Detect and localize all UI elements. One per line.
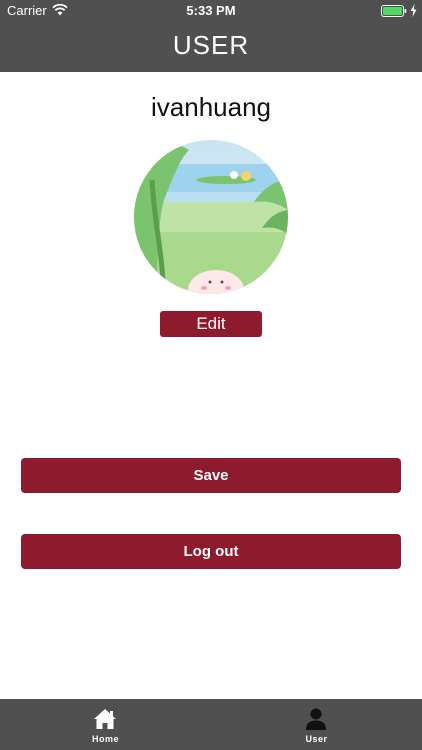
edit-avatar-button[interactable]: Edit (160, 311, 262, 337)
navigation-header: Carrier 5:33 PM USER (0, 0, 422, 72)
tab-bar: Home User (0, 699, 422, 750)
tab-user-label: User (305, 734, 328, 744)
user-icon (306, 708, 326, 730)
clock-label: 5:33 PM (186, 3, 236, 18)
avatar-illustration (134, 140, 288, 294)
home-icon (94, 709, 116, 729)
tab-home[interactable]: Home (0, 699, 211, 750)
page-title: USER (172, 30, 250, 60)
charging-bolt-icon (410, 4, 417, 17)
logout-button[interactable]: Log out (21, 534, 401, 569)
status-bar: Carrier 5:33 PM (0, 0, 422, 22)
tab-home-label: Home (91, 734, 119, 744)
username-label: ivanhuang (151, 92, 271, 122)
battery-icon (381, 5, 407, 17)
profile-avatar (134, 140, 288, 294)
save-button[interactable]: Save (21, 458, 401, 493)
tab-user[interactable]: User (211, 699, 422, 750)
